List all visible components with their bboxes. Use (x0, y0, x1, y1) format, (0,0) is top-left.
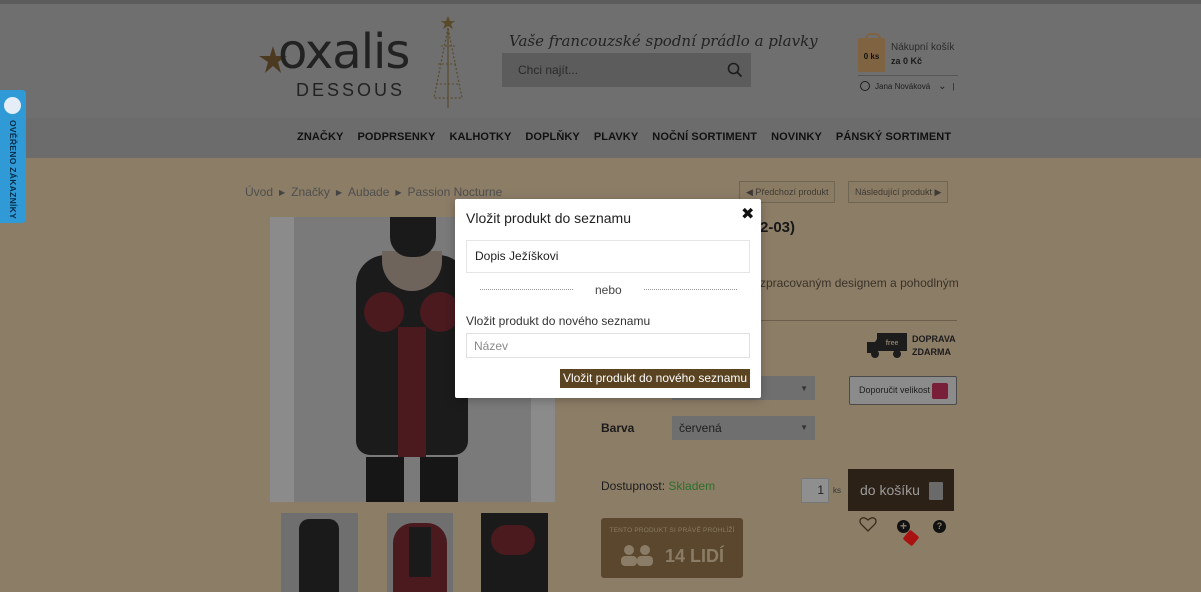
product-title: 2-03) (760, 219, 796, 236)
user-menu[interactable]: Jana Nováková ⌄ | (860, 79, 955, 93)
add-to-cart-label: do košíku (860, 482, 920, 498)
arrow-left-icon: ◀ (746, 187, 756, 197)
add-to-new-list-button[interactable]: Vložit produkt do nového seznamu (560, 369, 750, 388)
product-thumbnail[interactable] (281, 513, 358, 592)
chevron-right-icon: ▶ (395, 187, 402, 197)
slogan: Vaše francouzské spodní prádlo a plavky (509, 32, 818, 50)
nav-item-podprsenky[interactable]: PODPRSENKY (357, 131, 435, 143)
search-input[interactable] (502, 53, 707, 87)
color-label: Barva (601, 421, 635, 435)
nav-item-plavky[interactable]: PLAVKY (594, 131, 638, 143)
chevron-right-icon: ▶ (335, 187, 343, 197)
divider (858, 75, 958, 76)
chevron-down-icon: ▼ (800, 423, 808, 432)
cart-bag-icon: 0 ks (858, 33, 885, 72)
breadcrumb-brand[interactable]: Aubade (348, 185, 389, 199)
chevron-down-icon[interactable]: ⌄ (938, 81, 946, 92)
truck-icon: free (867, 333, 907, 358)
divider (644, 289, 737, 290)
next-product-button[interactable]: Následující produkt ▶ (848, 181, 949, 203)
cart-count: 0 ks (863, 52, 880, 61)
divider (480, 289, 573, 290)
prev-product-label: Předchozí produkt (755, 187, 829, 197)
user-icon (860, 81, 870, 91)
nav-item-doplnky[interactable]: DOPLŇKY (525, 131, 579, 143)
viewers-count: 14 LIDÍ (665, 546, 725, 566)
quantity-input[interactable]: 1 (801, 478, 829, 503)
nav-item-novinky[interactable]: NOVINKY (771, 131, 822, 143)
viewers-text: TENTO PRODUKT SI PRÁVĚ PROHLÍŽÍ (609, 527, 735, 534)
quantity-unit: ks (833, 486, 841, 495)
verified-label: OVĚŘENO ZÁKAZNÍKY (8, 120, 18, 220)
cart[interactable]: 0 ks Nákupní košík za 0 Kč (858, 33, 958, 76)
chevron-down-icon: ▼ (800, 384, 808, 393)
recommend-size-label: Doporučit velikost (859, 385, 931, 395)
user-name: Jana Nováková (875, 81, 931, 91)
cart-total: za 0 Kč (891, 56, 923, 66)
logo-subtitle: DESSOUS (296, 80, 406, 100)
breadcrumb-home[interactable]: Úvod (245, 185, 273, 199)
shipping-line-1: DOPRAVA (912, 334, 956, 344)
main-nav: ZNAČKY PODPRSENKY KALHOTKY DOPLŇKY PLAVK… (0, 118, 1201, 158)
next-product-label: Následující produkt (855, 187, 933, 197)
availability-value: Skladem (668, 479, 716, 493)
logo[interactable]: oxalis DESSOUS (256, 14, 471, 110)
people-icon (621, 545, 653, 566)
new-list-label: Vložit produkt do nového seznamu (466, 314, 651, 328)
search-icon[interactable] (727, 62, 743, 78)
help-icon[interactable]: ? (933, 520, 946, 533)
nav-item-kalhotky[interactable]: KALHOTKY (449, 131, 511, 143)
add-to-list-modal: Vložit produkt do seznamu ✖ Dopis Ježíšk… (455, 199, 761, 398)
arrow-right-icon: ▶ (932, 187, 942, 197)
separator: | (952, 81, 955, 91)
or-separator: nebo (595, 283, 622, 297)
logo-word: oxalis (278, 24, 410, 80)
breadcrumb-brands[interactable]: Značky (291, 185, 330, 199)
product-description: zpracovaným designem a pohodlným (760, 276, 959, 290)
breadcrumb: Úvod ▶ Značky ▶ Aubade ▶ Passion Nocturn… (245, 185, 502, 199)
recommend-size-button[interactable]: Doporučit velikost (849, 376, 957, 405)
viewers-badge: TENTO PRODUKT SI PRÁVĚ PROHLÍŽÍ 14 LIDÍ (601, 518, 743, 578)
product-thumbnail[interactable] (481, 513, 548, 592)
existing-list-item[interactable]: Dopis Ježíškovi (466, 240, 750, 273)
color-value: červená (679, 421, 722, 435)
chevron-right-icon: ▶ (279, 187, 286, 197)
availability-label: Dostupnost: (601, 479, 666, 493)
nav-item-nocni-sortiment[interactable]: NOČNÍ SORTIMENT (652, 131, 757, 143)
new-list-name-input[interactable] (466, 333, 750, 358)
top-line (0, 0, 1201, 4)
availability: Dostupnost: Skladem (601, 479, 715, 493)
truck-label: free (886, 340, 899, 347)
free-shipping: DOPRAVA ZDARMA (912, 333, 956, 359)
add-to-cart-button[interactable]: do košíku (848, 469, 954, 511)
color-select[interactable]: červená ▼ (672, 416, 815, 440)
christmas-tree-icon (433, 16, 463, 108)
verified-customers-tab[interactable]: OVĚŘENO ZÁKAZNÍKY (0, 90, 26, 223)
heart-icon[interactable] (859, 516, 877, 532)
shipping-line-2: ZDARMA (912, 347, 951, 357)
modal-title: Vložit produkt do seznamu (466, 210, 631, 226)
cart-label: Nákupní košík (891, 42, 955, 53)
size-advisor-icon (932, 383, 948, 399)
nav-item-pansky-sortiment[interactable]: PÁNSKÝ SORTIMENT (836, 131, 951, 143)
nav-item-znacky[interactable]: ZNAČKY (297, 131, 343, 143)
shopping-bag-icon (929, 482, 943, 500)
verified-badge-icon (4, 97, 21, 114)
breadcrumb-collection[interactable]: Passion Nocturne (408, 185, 503, 199)
product-thumbnail[interactable] (387, 513, 453, 592)
site-header: oxalis DESSOUS Vaše francouzské spodní p… (0, 0, 1201, 118)
close-icon[interactable]: ✖ (741, 204, 754, 224)
search-box (502, 53, 751, 87)
